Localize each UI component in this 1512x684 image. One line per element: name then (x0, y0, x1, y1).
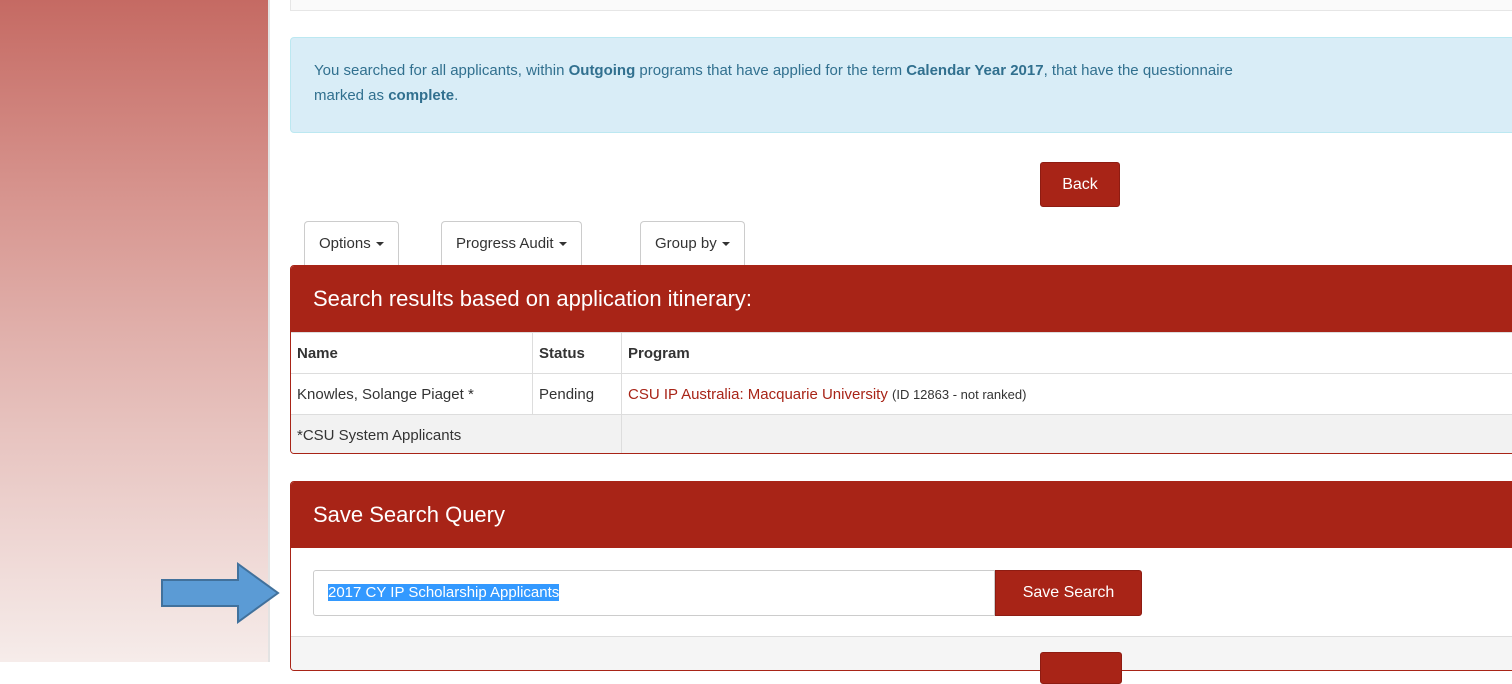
applicant-name: Knowles, Solange Piaget * (291, 374, 533, 415)
progress-audit-label: Progress Audit (456, 235, 554, 252)
back-button[interactable]: Back (1040, 162, 1120, 207)
save-panel-footer (291, 636, 1512, 671)
progress-audit-dropdown[interactable]: Progress Audit (441, 221, 582, 265)
program-id-note: (ID 12863 - not ranked) (892, 387, 1026, 402)
search-results-panel: Search results based on application itin… (290, 265, 1512, 454)
caret-down-icon (722, 242, 730, 246)
group-by-dropdown[interactable]: Group by (640, 221, 745, 265)
top-panel-edge (290, 0, 1512, 11)
caret-down-icon (559, 242, 567, 246)
column-header-program: Program (622, 333, 1512, 374)
info-text-2: programs that have applied for the term (635, 62, 906, 79)
info-status: complete (388, 87, 454, 104)
save-panel-body: 2017 CY IP Scholarship Applicants Save S… (291, 548, 1512, 671)
save-panel-title: Save Search Query (291, 482, 1512, 548)
table-footer-row: *CSU System Applicants (291, 415, 1512, 455)
table-row: Knowles, Solange Piaget * Pending CSU IP… (291, 374, 1512, 415)
options-label: Options (319, 235, 371, 252)
column-header-name: Name (291, 333, 533, 374)
applicant-status: Pending (533, 374, 622, 415)
save-search-button[interactable]: Save Search (995, 570, 1142, 616)
info-text-3: , that have the questionnaire (1044, 62, 1233, 79)
save-search-panel: Save Search Query 2017 CY IP Scholarship… (290, 481, 1512, 671)
footer-empty-cell (622, 415, 1512, 455)
info-term: Calendar Year 2017 (906, 62, 1043, 79)
info-text-4: marked as (314, 87, 388, 104)
table-header-row: Name Status Program (291, 333, 1512, 374)
options-dropdown[interactable]: Options (304, 221, 399, 265)
info-text-5: . (454, 87, 458, 104)
results-panel-title: Search results based on application itin… (291, 266, 1512, 332)
bottom-button-partial[interactable] (1040, 652, 1122, 684)
program-cell: CSU IP Australia: Macquarie University (… (622, 374, 1512, 415)
info-direction: Outgoing (569, 62, 636, 79)
program-link[interactable]: CSU IP Australia: Macquarie University (628, 386, 888, 403)
results-table: Name Status Program Knowles, Solange Pia… (291, 332, 1512, 454)
caret-down-icon (376, 242, 384, 246)
info-text-1: You searched for all applicants, within (314, 62, 569, 79)
selected-input-text: 2017 CY IP Scholarship Applicants (328, 584, 559, 601)
search-name-input[interactable]: 2017 CY IP Scholarship Applicants (313, 570, 995, 616)
search-info-alert: You searched for all applicants, within … (290, 37, 1512, 133)
arrow-right-icon (160, 562, 280, 624)
group-by-label: Group by (655, 235, 717, 252)
footnote-system-applicants: *CSU System Applicants (291, 415, 622, 455)
column-header-status: Status (533, 333, 622, 374)
